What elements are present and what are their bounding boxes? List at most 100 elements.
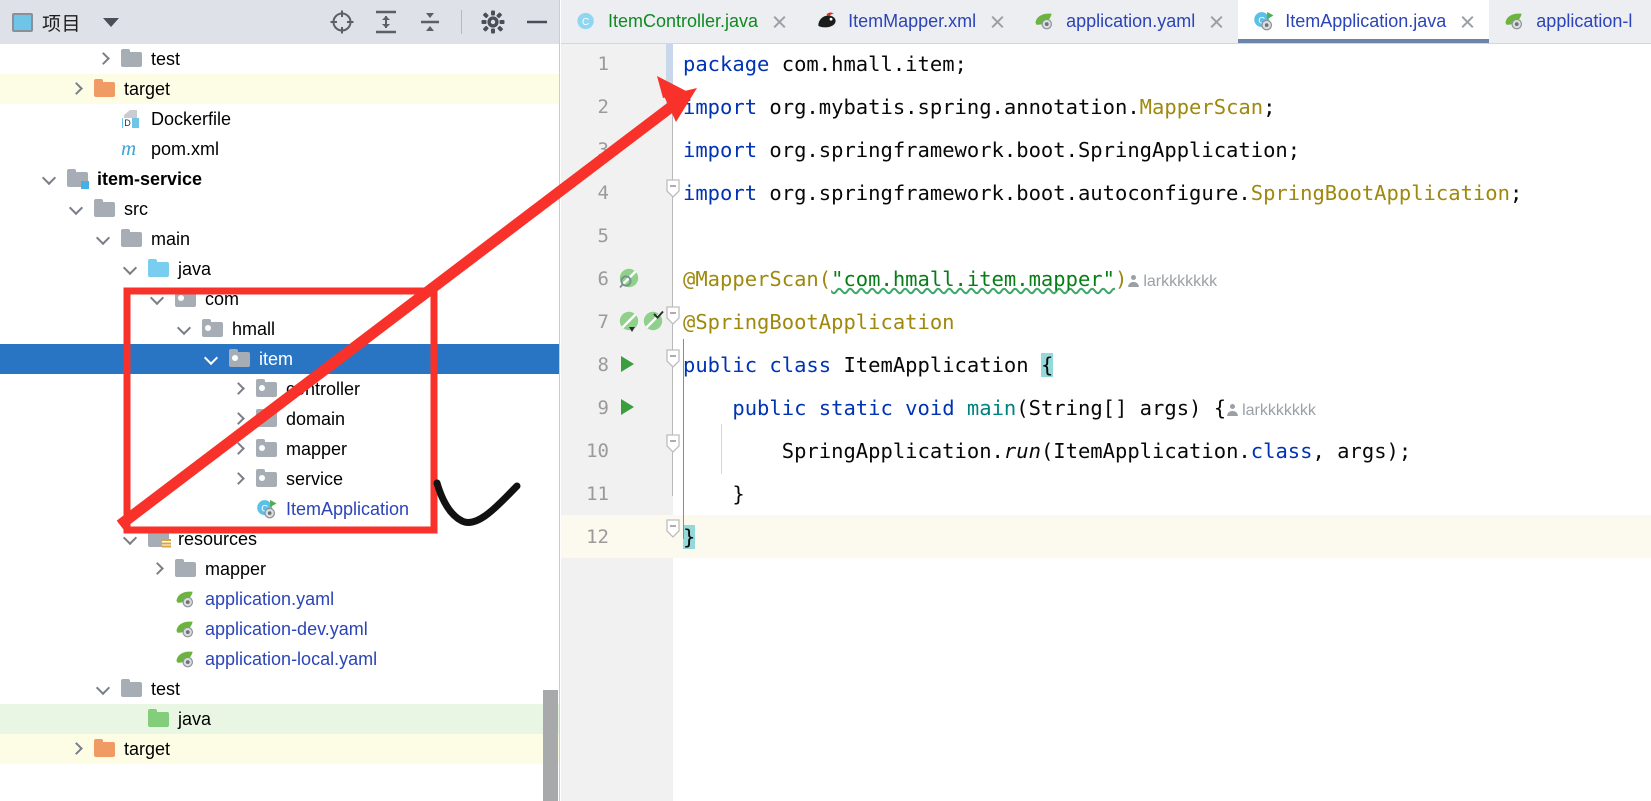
code-editor[interactable]: 1 package com.hmall.item; 2 import org.myba… xyxy=(561,44,1651,801)
tree-node-mapper[interactable]: mapper xyxy=(0,554,559,584)
chevron-right-icon[interactable] xyxy=(68,741,84,757)
tree-node-resources[interactable]: resources xyxy=(0,524,559,554)
vcs-change-marker xyxy=(666,44,673,84)
locate-icon[interactable] xyxy=(329,9,355,35)
editor-tab-bar[interactable]: C ItemController.java ItemMapper.xml applic… xyxy=(561,0,1651,44)
tree-node-application-yaml[interactable]: application.yaml xyxy=(0,584,559,614)
java-class-icon: C xyxy=(575,11,599,33)
tree-node-test[interactable]: test xyxy=(0,674,559,704)
fold-marker[interactable] xyxy=(665,434,681,453)
chevron-right-icon[interactable] xyxy=(68,81,84,97)
fold-marker[interactable] xyxy=(665,179,681,198)
code-line: 7 @SpringBootApplication xyxy=(561,300,1651,343)
chevron-down-icon[interactable] xyxy=(122,261,138,277)
code-line: 3 import org.springframework.boot.SpringA… xyxy=(561,128,1651,171)
gutter-icons[interactable] xyxy=(617,257,673,300)
tree-node-mapper[interactable]: mapper xyxy=(0,434,559,464)
tree-node-pom-xml[interactable]: m pom.xml xyxy=(0,134,559,164)
close-icon[interactable] xyxy=(1459,13,1476,30)
chevron-right-icon[interactable] xyxy=(230,471,246,487)
spring-yaml-icon xyxy=(1503,11,1527,33)
bean-icon[interactable] xyxy=(618,310,640,332)
line-number: 1 xyxy=(597,52,609,75)
tree-node-item[interactable]: item xyxy=(0,344,559,374)
bean-check-icon[interactable] xyxy=(642,310,664,332)
tree-node-label: application-dev.yaml xyxy=(205,618,368,639)
editor-tab-application-l[interactable]: application-l xyxy=(1489,0,1645,43)
tree-node-domain[interactable]: domain xyxy=(0,404,559,434)
chevron-down-icon[interactable] xyxy=(176,321,192,337)
folder-icon xyxy=(174,559,198,579)
tree-node-com[interactable]: com xyxy=(0,284,559,314)
tree-node-java[interactable]: java xyxy=(0,704,559,734)
chevron-down-icon[interactable] xyxy=(95,231,111,247)
gear-icon[interactable] xyxy=(480,9,506,35)
gutter-icons[interactable] xyxy=(617,128,673,171)
chevron-down-icon[interactable] xyxy=(149,291,165,307)
tree-node-target[interactable]: target xyxy=(0,734,559,764)
fold-marker[interactable] xyxy=(665,92,681,111)
tree-node-service[interactable]: service xyxy=(0,464,559,494)
chevron-right-icon[interactable] xyxy=(149,561,165,577)
code-text: public class ItemApplication { xyxy=(683,352,1054,377)
chevron-down-icon[interactable] xyxy=(95,681,111,697)
line-number: 6 xyxy=(597,267,609,290)
chevron-down-icon[interactable] xyxy=(122,531,138,547)
close-icon[interactable] xyxy=(771,13,788,30)
tree-node-itemapplication[interactable]: C ItemApplication xyxy=(0,494,559,524)
code-text: @SpringBootApplication xyxy=(683,309,955,334)
chevron-right-icon[interactable] xyxy=(230,411,246,427)
tree-node-test[interactable]: test xyxy=(0,44,559,74)
mybatis-icon xyxy=(815,11,839,33)
collapse-all-icon[interactable] xyxy=(417,9,443,35)
tree-node-dockerfile[interactable]: D Dockerfile xyxy=(0,104,559,134)
line-number: 7 xyxy=(597,310,609,333)
editor-tab-itemapplication-java[interactable]: C ItemApplication.java xyxy=(1238,0,1490,43)
tree-node-label: hmall xyxy=(232,318,276,339)
tree-node-hmall[interactable]: hmall xyxy=(0,314,559,344)
expand-all-icon[interactable] xyxy=(373,9,399,35)
chevron-right-icon[interactable] xyxy=(230,441,246,457)
tree-node-item-service[interactable]: item-service xyxy=(0,164,559,194)
minimize-icon[interactable] xyxy=(524,9,550,35)
tree-node-target[interactable]: target xyxy=(0,74,559,104)
tree-node-label: main xyxy=(151,228,191,249)
tree-node-label: mapper xyxy=(286,438,348,459)
gutter-icons[interactable] xyxy=(617,472,673,515)
code-line: 5 xyxy=(561,214,1651,257)
run-icon[interactable] xyxy=(621,356,634,372)
gutter-icons[interactable] xyxy=(617,214,673,257)
code-line: 10 SpringApplication.run(ItemApplication… xyxy=(561,429,1651,472)
gutter-icons[interactable] xyxy=(617,44,673,85)
editor-tab-itemmapper-xml[interactable]: ItemMapper.xml xyxy=(801,0,1019,43)
sidebar-scrollbar-thumb[interactable] xyxy=(543,690,558,801)
tree-node-application-local-yaml[interactable]: application-local.yaml xyxy=(0,644,559,674)
chevron-down-icon[interactable] xyxy=(203,351,219,367)
fold-marker[interactable] xyxy=(665,306,681,325)
editor-tab-application-yaml[interactable]: application.yaml xyxy=(1019,0,1238,43)
tree-node-label: target xyxy=(124,738,171,759)
tree-node-controller[interactable]: controller xyxy=(0,374,559,404)
gutter-icons[interactable] xyxy=(617,386,673,429)
tree-node-java[interactable]: java xyxy=(0,254,559,284)
code-line: 1 package com.hmall.item; xyxy=(561,44,1651,85)
chevron-right-icon[interactable] xyxy=(230,381,246,397)
fold-marker[interactable] xyxy=(665,519,681,538)
editor-tab-itemcontroller-java[interactable]: C ItemController.java xyxy=(561,0,801,43)
fold-marker[interactable] xyxy=(665,349,681,368)
tree-node-application-dev-yaml[interactable]: application-dev.yaml xyxy=(0,614,559,644)
chevron-right-icon[interactable] xyxy=(95,51,111,67)
close-icon[interactable] xyxy=(1208,13,1225,30)
project-tree[interactable]: test target D Dockerfile m pom.xml item-servic… xyxy=(0,44,559,801)
close-icon[interactable] xyxy=(989,13,1006,30)
tree-node-src[interactable]: src xyxy=(0,194,559,224)
project-window-icon xyxy=(12,12,33,32)
run-icon[interactable] xyxy=(621,399,634,415)
chevron-down-icon[interactable] xyxy=(41,171,57,187)
editor-tab-label: ItemApplication.java xyxy=(1285,11,1447,31)
chevron-down-icon[interactable] xyxy=(103,17,120,27)
folder-icon xyxy=(120,49,144,69)
tree-node-main[interactable]: main xyxy=(0,224,559,254)
chevron-down-icon[interactable] xyxy=(68,201,84,217)
bean-search-icon[interactable] xyxy=(618,267,640,289)
